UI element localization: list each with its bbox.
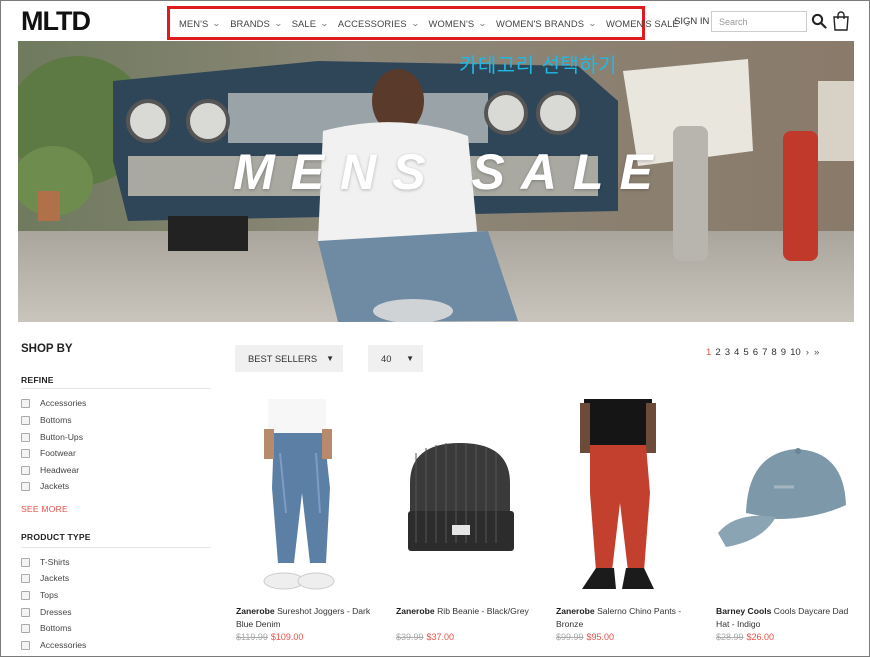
hero-title: MENS SALE xyxy=(233,144,669,200)
product-image[interactable] xyxy=(396,393,546,598)
page-link[interactable]: 6 xyxy=(753,347,758,358)
search-icon[interactable] xyxy=(811,13,827,29)
filter-option[interactable]: Tops xyxy=(21,590,58,600)
product-title[interactable]: Zanerobe Salerno Chino Pants - Bronze xyxy=(556,605,691,631)
nav-item-womens[interactable]: WOMEN'S ⌄ xyxy=(429,18,487,29)
chevron-down-icon: ⌄ xyxy=(320,18,329,28)
product-type-title: PRODUCT TYPE xyxy=(21,532,91,542)
main-nav: MEN'S ⌄ BRANDS ⌄ SALE ⌄ ACCESSORIES ⌄ WOMEN'… xyxy=(167,6,691,40)
chevron-down-icon: ⌄ xyxy=(410,18,420,28)
page-link[interactable]: 4 xyxy=(734,347,739,358)
svg-text:MLTD: MLTD xyxy=(21,7,90,33)
caret-down-icon: ▼ xyxy=(326,354,334,363)
pagination: 1 2 3 4 5 6 7 8 9 10 › » xyxy=(706,347,819,358)
nav-item-sale[interactable]: SALE ⌄ xyxy=(292,18,329,29)
page-link[interactable]: 10 xyxy=(790,347,801,358)
product-price: $99.99 $95.00 xyxy=(556,632,615,642)
page-frame: MLTD MEN'S ⌄ BRANDS ⌄ SALE ⌄ ACCESSORIES ⌄ W… xyxy=(0,0,870,657)
checkbox[interactable] xyxy=(21,590,30,600)
product-price: $39.99 $37.00 xyxy=(396,632,455,642)
caret-down-icon: ▼ xyxy=(406,354,414,363)
page-link[interactable]: 2 xyxy=(715,347,720,358)
checkbox[interactable] xyxy=(21,607,30,617)
product-title[interactable]: Zanerobe Sureshot Joggers - Dark Blue De… xyxy=(236,605,371,631)
nav-item-brands[interactable]: BRANDS ⌄ xyxy=(230,18,283,29)
divider xyxy=(21,547,211,548)
page-link[interactable]: 8 xyxy=(771,347,776,358)
divider xyxy=(21,388,211,389)
mltd-logo[interactable]: MLTD xyxy=(21,7,103,33)
see-more-link[interactable]: SEE MORE xyxy=(21,504,68,514)
checkbox[interactable] xyxy=(21,465,30,475)
checkbox[interactable] xyxy=(21,415,30,425)
nav-item-accessories[interactable]: ACCESSORIES ⌄ xyxy=(338,18,420,29)
chevron-down-icon: ⌄ xyxy=(588,18,597,28)
product-title[interactable]: Zanerobe Rib Beanie - Black/Grey xyxy=(396,605,531,618)
filter-option[interactable]: Button-Ups xyxy=(21,432,83,442)
product-image[interactable] xyxy=(716,393,866,598)
filter-option[interactable]: Bottoms xyxy=(21,415,72,425)
filter-option[interactable]: Dresses xyxy=(21,607,72,617)
sort-select[interactable]: BEST SELLERS ▼ xyxy=(235,345,343,372)
product-price: $119.99 $109.00 xyxy=(236,632,304,642)
filter-option[interactable]: T-Shirts xyxy=(21,557,70,567)
page-link[interactable]: 3 xyxy=(725,347,730,358)
nav-item-mens[interactable]: MEN'S ⌄ xyxy=(179,18,222,29)
hero-annotation: 카테고리 선택하기 xyxy=(459,53,618,77)
page-link[interactable]: 7 xyxy=(762,347,767,358)
refine-title: REFINE xyxy=(21,375,54,385)
chevron-down-icon: ⌄ xyxy=(212,18,222,28)
nav-item-womens-brands[interactable]: WOMEN'S BRANDS ⌄ xyxy=(496,18,597,29)
filter-option[interactable]: Jackets xyxy=(21,573,69,583)
filter-option[interactable]: Accessories xyxy=(21,398,86,408)
product-title[interactable]: Barney Cools Cools Daycare Dad Hat - Ind… xyxy=(716,605,851,631)
chevron-down-icon: ⌄ xyxy=(478,18,488,28)
last-page-icon[interactable]: » xyxy=(814,347,819,358)
checkbox[interactable] xyxy=(21,640,30,650)
chevron-down-icon: ⌄ xyxy=(273,18,283,28)
shopping-bag-icon[interactable] xyxy=(832,11,850,31)
checkbox[interactable] xyxy=(21,623,30,633)
shop-by-heading: SHOP BY xyxy=(21,343,73,355)
checkbox[interactable] xyxy=(21,448,30,458)
filter-option[interactable]: Accessories xyxy=(21,640,86,650)
product-image[interactable] xyxy=(556,393,706,598)
per-page-select[interactable]: 40 ▼ xyxy=(368,345,423,372)
product-price: $28.99 $26.00 xyxy=(716,632,775,642)
per-page-value: 40 xyxy=(381,353,392,364)
checkbox[interactable] xyxy=(21,557,30,567)
page-link-current[interactable]: 1 xyxy=(706,347,711,358)
checkbox[interactable] xyxy=(21,432,30,442)
checkbox[interactable] xyxy=(21,481,30,491)
filter-option[interactable]: Bottoms xyxy=(21,623,72,633)
search-input[interactable] xyxy=(711,11,807,32)
product-image[interactable] xyxy=(236,393,386,598)
filter-option[interactable]: Headwear xyxy=(21,465,79,475)
checkbox[interactable] xyxy=(21,573,30,583)
sort-value: BEST SELLERS xyxy=(248,353,318,364)
page-link[interactable]: 5 xyxy=(743,347,748,358)
checkbox[interactable] xyxy=(21,398,30,408)
filter-option[interactable]: Jackets xyxy=(21,481,69,491)
hero-banner[interactable]: MENS SALE 카테고리 선택하기 xyxy=(18,41,854,322)
page-link[interactable]: 9 xyxy=(781,347,786,358)
sign-in-link[interactable]: SIGN IN xyxy=(674,16,709,27)
filter-option[interactable]: Footwear xyxy=(21,448,76,458)
next-page-icon[interactable]: › xyxy=(806,347,809,358)
